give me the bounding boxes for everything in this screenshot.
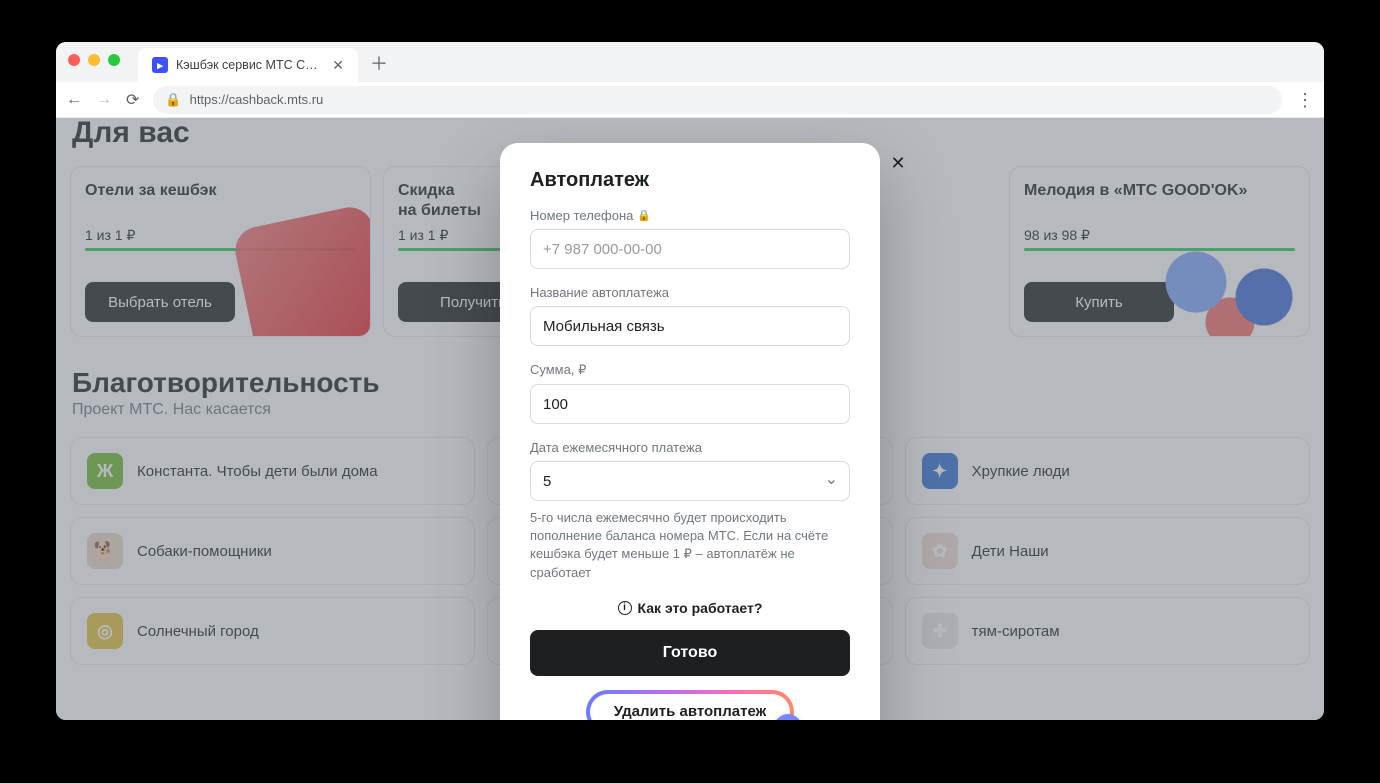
modal-close-button[interactable]: ✕ (884, 149, 912, 177)
page-viewport: Для вас Отели за кешбэк 1 из 1 ₽ Выбрать… (56, 118, 1324, 720)
phone-label-text: Номер телефона (530, 208, 633, 223)
maximize-window-icon[interactable] (108, 54, 120, 66)
lock-icon: 🔒 (637, 209, 651, 222)
tab-favicon-icon: ▸ (152, 57, 168, 73)
charity-name: Дети Наши (972, 543, 1049, 560)
reload-icon[interactable]: ⟳ (126, 90, 139, 110)
url-text: https://cashback.mts.ru (190, 92, 324, 107)
autopayment-name-input[interactable] (530, 306, 850, 346)
offer-artwork-icon (1145, 242, 1310, 337)
autopayment-modal: ✕ Автоплатеж Номер телефона 🔒 Название а… (500, 143, 880, 720)
charity-card[interactable]: ✦ Хрупкие люди (905, 437, 1310, 505)
tab-close-icon[interactable]: ✕ (332, 58, 344, 72)
charity-logo-icon: ✚ (922, 613, 958, 649)
nav-forward-icon[interactable]: → (96, 91, 112, 109)
info-icon: i (618, 601, 632, 615)
name-field-group: Название автоплатежа (530, 285, 850, 346)
offer-title: Мелодия в «МТС GOOD'OK» (1024, 181, 1295, 221)
new-tab-button[interactable]: ＋ (370, 50, 388, 82)
offer-card[interactable]: Мелодия в «МТС GOOD'OK» 98 из 98 ₽ Купит… (1009, 166, 1310, 337)
close-window-icon[interactable] (68, 54, 80, 66)
how-it-works-link[interactable]: i Как это работает? (530, 600, 850, 616)
delete-highlight: Удалить автоплатеж ☝ (586, 690, 794, 720)
how-it-works-label: Как это работает? (638, 600, 763, 616)
delete-autopayment-button[interactable]: Удалить автоплатеж (590, 694, 790, 720)
offer-cta-button[interactable]: Выбрать отель (85, 282, 235, 322)
date-label: Дата ежемесячного платежа (530, 440, 850, 455)
charity-name: тям-сиротам (972, 623, 1060, 640)
charity-card[interactable]: 🐕 Собаки-помощники (70, 517, 475, 585)
charity-card[interactable]: ✿ Дети Наши (905, 517, 1310, 585)
charity-card[interactable]: ✚ тям-сиротам (905, 597, 1310, 665)
minimize-window-icon[interactable] (88, 54, 100, 66)
charity-logo-icon: ✿ (922, 533, 958, 569)
browser-window: ▸ Кэшбэк сервис МТС Cashback ✕ ＋ ← → ⟳ 🔒… (56, 42, 1324, 720)
amount-label: Сумма, ₽ (530, 362, 850, 378)
address-bar[interactable]: 🔒 https://cashback.mts.ru (153, 86, 1282, 114)
phone-label: Номер телефона 🔒 (530, 208, 850, 223)
date-select[interactable] (530, 461, 850, 501)
submit-button[interactable]: Готово (530, 630, 850, 676)
charity-logo-icon: ◎ (87, 613, 123, 649)
amount-input[interactable] (530, 384, 850, 424)
browser-tab[interactable]: ▸ Кэшбэк сервис МТС Cashback ✕ (138, 48, 358, 82)
phone-field-group: Номер телефона 🔒 (530, 208, 850, 269)
name-label: Название автоплатежа (530, 285, 850, 300)
tab-title: Кэшбэк сервис МТС Cashback (176, 58, 324, 72)
lock-icon: 🔒 (165, 92, 181, 108)
date-field-group: Дата ежемесячного платежа 5-го числа еже… (530, 440, 850, 582)
charity-logo-icon: 🐕 (87, 533, 123, 569)
offer-card[interactable]: Отели за кешбэк 1 из 1 ₽ Выбрать отель (70, 166, 371, 337)
charity-logo-icon: Ж (87, 453, 123, 489)
charity-name: Солнечный город (137, 623, 259, 640)
offer-artwork-icon (231, 203, 371, 337)
browser-titlebar: ▸ Кэшбэк сервис МТС Cashback ✕ ＋ (56, 42, 1324, 82)
phone-input (530, 229, 850, 269)
charity-name: Хрупкие люди (972, 463, 1070, 480)
charity-name: Константа. Чтобы дети были дома (137, 463, 378, 480)
nav-back-icon[interactable]: ← (66, 91, 82, 109)
charity-logo-icon: ✦ (922, 453, 958, 489)
amount-field-group: Сумма, ₽ (530, 362, 850, 424)
browser-toolbar: ← → ⟳ 🔒 https://cashback.mts.ru ⋮ (56, 82, 1324, 118)
charity-card[interactable]: ◎ Солнечный город (70, 597, 475, 665)
charity-name: Собаки-помощники (137, 543, 272, 560)
traffic-lights (68, 42, 120, 82)
date-helper-text: 5-го числа ежемесячно будет происходить … (530, 509, 850, 582)
modal-title: Автоплатеж (530, 169, 850, 192)
charity-card[interactable]: Ж Константа. Чтобы дети были дома (70, 437, 475, 505)
